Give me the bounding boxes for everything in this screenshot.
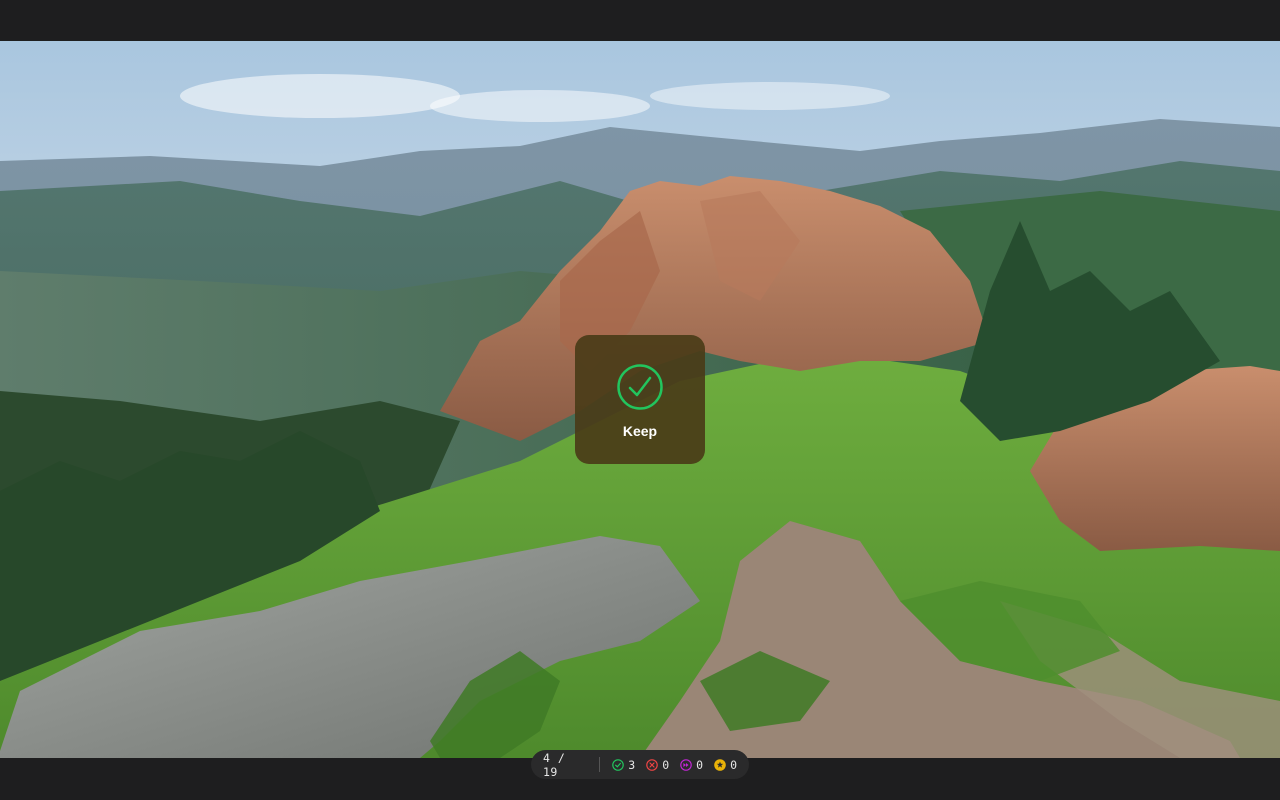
toast-label: Keep xyxy=(622,423,658,439)
top-bar xyxy=(0,0,1280,41)
skipped-count: 0 xyxy=(696,757,704,772)
current-index: 4 xyxy=(543,750,551,765)
starred-stat: 0 xyxy=(714,758,737,772)
check-circle-icon xyxy=(617,364,663,410)
total-count: 19 xyxy=(543,764,558,779)
rejected-stat: 0 xyxy=(646,758,669,772)
kept-count: 3 xyxy=(628,757,636,772)
kept-stat: 3 xyxy=(612,758,635,772)
photo-counter: 4 / 19 xyxy=(543,751,587,779)
rejected-count: 0 xyxy=(662,757,670,772)
star-circle-icon xyxy=(714,758,726,771)
divider xyxy=(599,757,601,772)
status-pill: 4 / 19 3 0 0 0 xyxy=(531,750,749,779)
skipped-stat: 0 xyxy=(680,758,703,772)
check-circle-icon xyxy=(612,758,625,771)
counter-separator: / xyxy=(557,750,566,765)
skip-forward-icon xyxy=(680,758,692,771)
keep-feedback-toast: Keep xyxy=(575,335,705,464)
starred-count: 0 xyxy=(730,757,737,772)
x-circle-icon xyxy=(646,758,658,771)
